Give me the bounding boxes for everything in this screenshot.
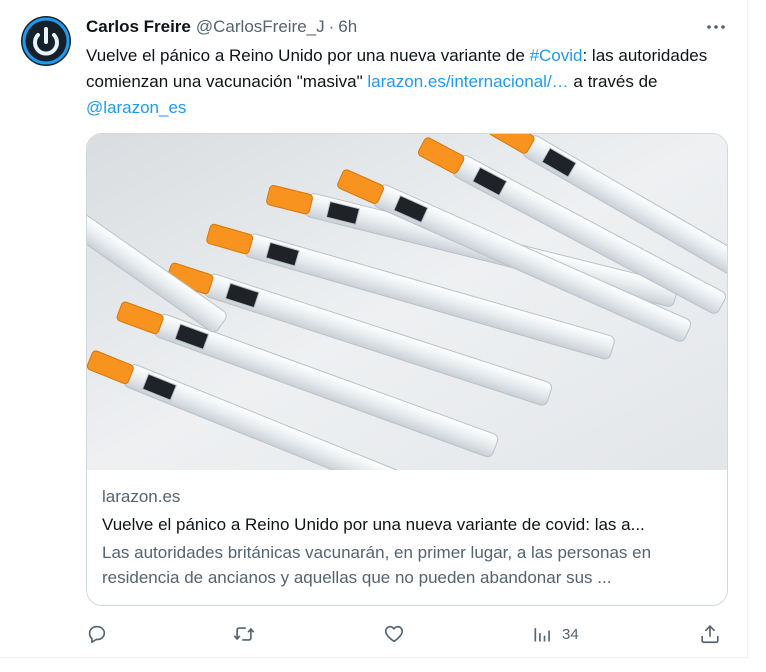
url-link[interactable]: larazon.es/internacional/… [367, 72, 568, 91]
tweet-text-part: Vuelve el pánico a Reino Unido por una n… [86, 46, 530, 65]
power-icon [22, 17, 70, 65]
card-title: Vuelve el pánico a Reino Unido por una n… [102, 515, 645, 534]
share-button[interactable] [699, 620, 721, 648]
views-count: 34 [562, 625, 579, 643]
share-icon [701, 625, 719, 644]
tweet[interactable]: Carlos Freire @CarlosFreire_J · 6h Vuelv… [0, 0, 748, 658]
retweet-button[interactable] [232, 620, 256, 648]
avatar[interactable] [21, 16, 71, 66]
views-button[interactable]: 34 [532, 620, 579, 648]
hashtag-link[interactable]: #Covid [530, 46, 583, 65]
tweet-header: Carlos Freire @CarlosFreire_J · 6h [86, 16, 357, 38]
more-options-button[interactable] [704, 16, 728, 38]
card-image[interactable] [87, 134, 727, 470]
tweet-text-part: a través de [568, 72, 658, 91]
reply-button[interactable] [86, 620, 108, 648]
author-name[interactable]: Carlos Freire [86, 17, 191, 37]
reply-icon [88, 625, 106, 644]
tweet-time[interactable]: 6h [338, 17, 357, 37]
card-domain: larazon.es [102, 487, 181, 506]
tweet-text: Vuelve el pánico a Reino Unido por una n… [86, 43, 736, 121]
card-description: Las autoridades británicas vacunarán, en… [102, 543, 652, 587]
action-bar: 34 [86, 620, 726, 648]
mention-link[interactable]: @larazon_es [86, 98, 186, 117]
author-handle[interactable]: @CarlosFreire_J [196, 17, 325, 37]
more-icon [707, 25, 725, 29]
like-button[interactable] [383, 620, 405, 648]
heart-icon [384, 625, 404, 643]
bar-chart-icon [534, 628, 550, 642]
tweet-divider [0, 657, 747, 658]
separator-dot: · [328, 17, 335, 36]
link-preview-card[interactable]: larazon.es Vuelve el pánico a Reino Unid… [86, 133, 728, 606]
retweet-icon [233, 627, 255, 641]
